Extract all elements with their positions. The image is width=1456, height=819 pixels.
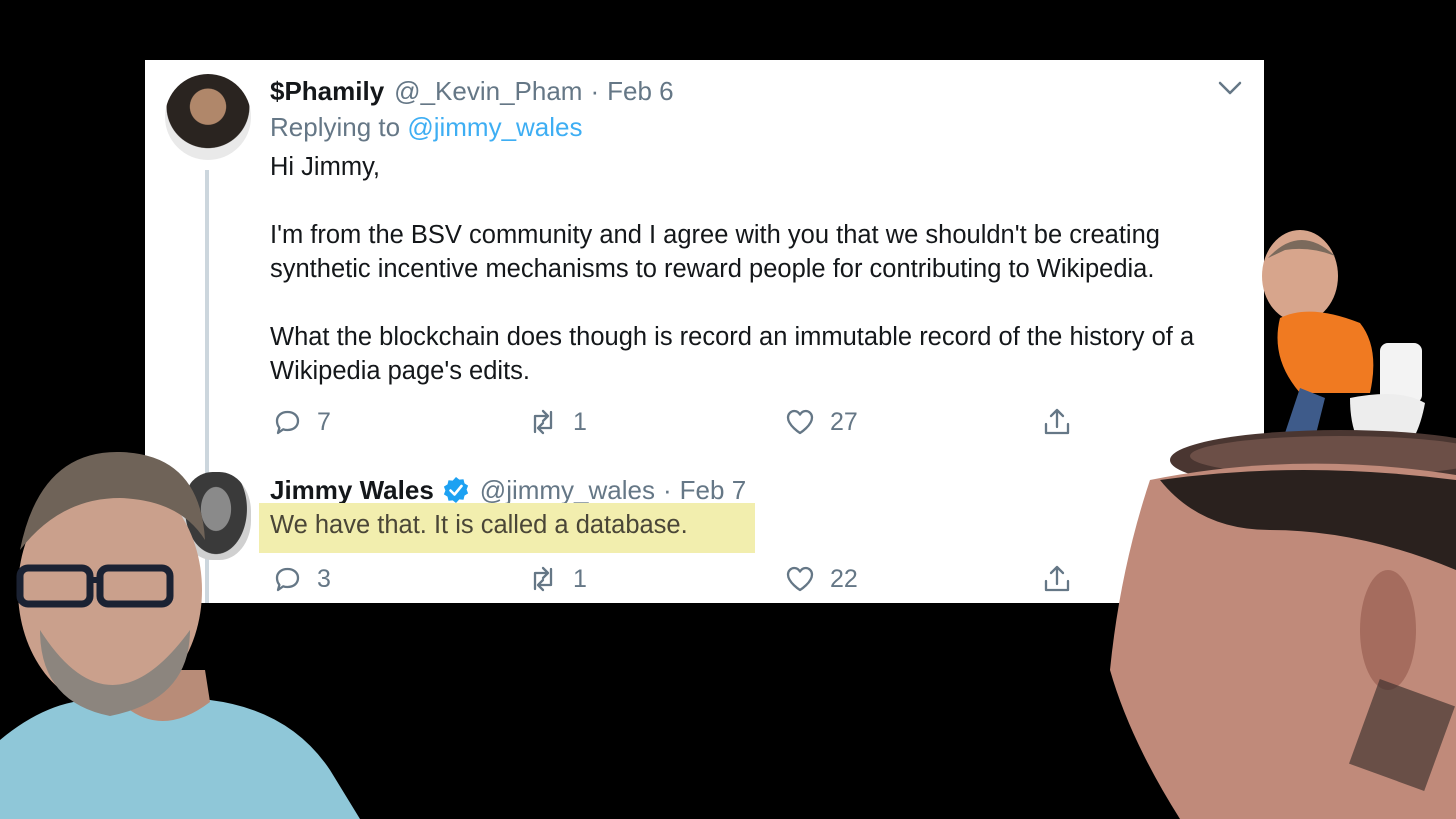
tweet2-like-count: 22 [830, 564, 858, 593]
tweet2-retweet-button[interactable]: 1 [527, 563, 587, 595]
replying-to-label: Replying to [270, 112, 401, 142]
avatar-kevin-pham[interactable] [165, 74, 251, 160]
tweet1-display-name[interactable]: $Phamily [270, 76, 384, 107]
tweet1-body: Hi Jimmy, I'm from the BSV community and… [270, 150, 1250, 388]
retweet-icon [533, 566, 553, 592]
tweet2-like-button[interactable]: 22 [784, 563, 858, 595]
verified-badge-icon [442, 476, 470, 504]
tweet1-like-button[interactable]: 27 [784, 406, 858, 438]
tweet2-date[interactable]: Feb 7 [680, 475, 747, 506]
man-with-glasses-cutout [0, 451, 360, 819]
tweet1-header: $Phamily @_Kevin_Pham · Feb 6 [270, 73, 674, 109]
tweet1-retweet-count: 1 [573, 407, 587, 436]
tweet1-handle[interactable]: @_Kevin_Pham [394, 76, 582, 107]
tweet2-retweet-count: 1 [573, 564, 587, 593]
tweet1-paragraph: What the blockchain does though is recor… [270, 323, 1195, 385]
replying-to-mention[interactable]: @jimmy_wales [407, 112, 582, 142]
tweet1-date[interactable]: Feb 6 [607, 76, 674, 107]
heart-icon [786, 566, 814, 592]
tweet1-paragraph: I'm from the BSV community and I agree w… [270, 221, 1160, 283]
tweet1-paragraph: Hi Jimmy, [270, 153, 381, 181]
man-profile-cutout [1110, 430, 1456, 819]
replying-to-line: Replying to @jimmy_wales [270, 112, 583, 143]
heart-icon [786, 409, 814, 435]
tweet2-handle[interactable]: @jimmy_wales [480, 475, 655, 506]
tweet2-share-button[interactable] [1041, 563, 1087, 595]
reply-icon [275, 410, 300, 435]
chevron-down-icon[interactable] [1216, 78, 1244, 98]
tweet1-like-count: 27 [830, 407, 858, 436]
share-icon [1044, 565, 1070, 592]
tweet1-separator: · [590, 75, 600, 106]
tweet1-share-button[interactable] [1041, 406, 1087, 438]
tweet1-retweet-button[interactable]: 1 [527, 406, 587, 438]
share-icon [1044, 408, 1070, 435]
retweet-icon [533, 409, 553, 435]
tweet1-reply-count: 7 [317, 407, 331, 436]
tweet2-separator: · [663, 474, 672, 505]
tweet1-reply-button[interactable]: 7 [271, 406, 331, 438]
